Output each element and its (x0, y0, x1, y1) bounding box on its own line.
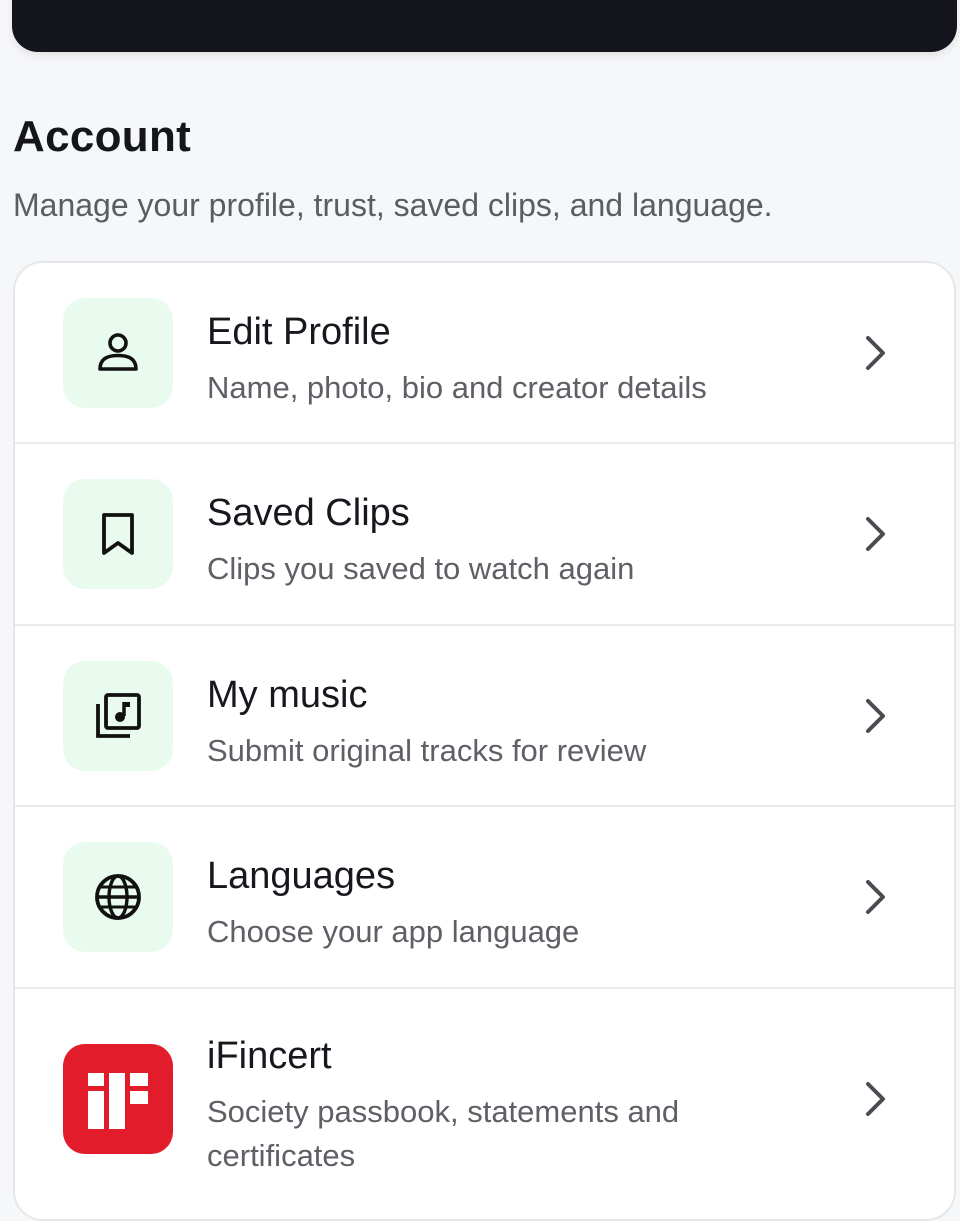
chevron-right-icon (866, 880, 885, 914)
account-menu-card: Edit Profile Name, photo, bio and creato… (13, 261, 956, 1221)
menu-item-languages[interactable]: Languages Choose your app language (15, 807, 954, 989)
music-library-icon (63, 661, 173, 771)
top-card (12, 0, 957, 52)
globe-icon (63, 842, 173, 952)
menu-item-ifincert[interactable]: iFincert Society passbook, statements an… (15, 989, 954, 1219)
menu-item-subtitle: Choose your app language (207, 914, 580, 949)
chevron-right-icon (866, 517, 885, 551)
menu-item-title: Languages (207, 855, 396, 897)
menu-item-subtitle: Name, photo, bio and creator details (207, 370, 707, 405)
menu-item-title: My music (207, 674, 368, 716)
menu-item-subtitle: Clips you saved to watch again (207, 551, 635, 586)
menu-item-subtitle: Submit original tracks for review (207, 733, 647, 768)
person-icon (63, 298, 173, 408)
chevron-right-icon (866, 1082, 885, 1116)
section-subtitle: Manage your profile, trust, saved clips,… (13, 187, 773, 223)
menu-item-subtitle: Society passbook, statements and certifi… (207, 1094, 680, 1173)
bookmark-icon (63, 479, 173, 589)
section-title: Account (13, 112, 192, 161)
ifincert-logo-icon (63, 1044, 173, 1154)
menu-item-title: iFincert (207, 1035, 332, 1077)
menu-item-title: Saved Clips (207, 492, 410, 534)
chevron-right-icon (866, 699, 885, 733)
menu-item-my-music[interactable]: My music Submit original tracks for revi… (15, 626, 954, 807)
chevron-right-icon (866, 336, 885, 370)
menu-item-title: Edit Profile (207, 311, 391, 353)
menu-item-saved-clips[interactable]: Saved Clips Clips you saved to watch aga… (15, 444, 954, 626)
menu-item-edit-profile[interactable]: Edit Profile Name, photo, bio and creato… (15, 263, 954, 444)
